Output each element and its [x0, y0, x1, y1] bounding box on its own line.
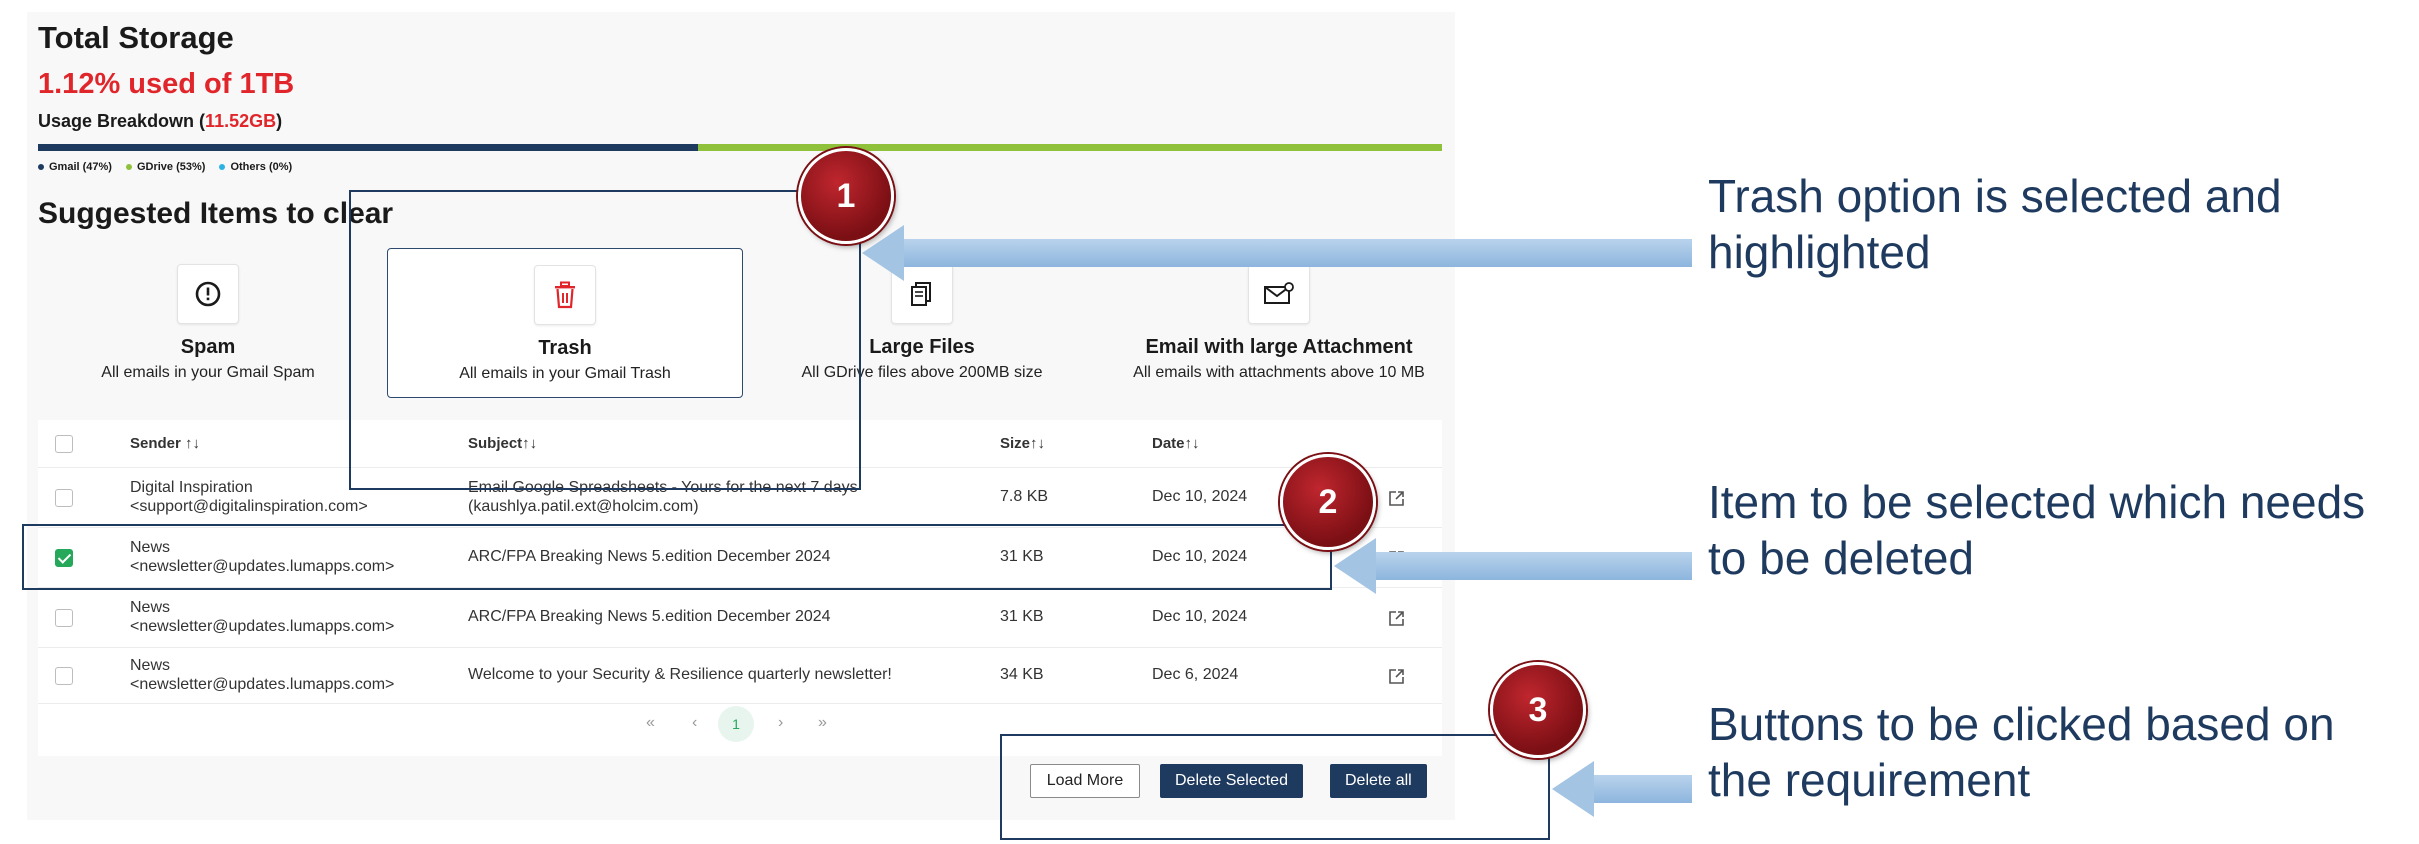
storage-usage-bar [38, 144, 1442, 151]
row-size: 34 KB [1000, 666, 1044, 683]
highlight-box-buttons [1000, 734, 1550, 840]
annotation-arrow-3 [1552, 761, 1692, 817]
row-checkbox[interactable] [55, 489, 73, 507]
card-spam-desc: All emails in your Gmail Spam [101, 364, 315, 381]
page-current-button[interactable]: 1 [718, 706, 754, 742]
legend-item-gmail: Gmail (47%) [38, 161, 112, 173]
table-row[interactable]: News <newsletter@updates.lumapps.com> Wel… [38, 648, 1442, 704]
row-date: Dec 6, 2024 [1152, 666, 1239, 683]
card-large-attachment-desc: All emails with attachments above 10 MB [1133, 364, 1425, 381]
row-size: 31 KB [1000, 608, 1044, 625]
row-subject: Welcome to your Security & Resilience qu… [468, 666, 892, 683]
highlight-box-selected-row [22, 524, 1332, 590]
header-sender[interactable]: Sender ↑↓ [130, 435, 200, 452]
annotation-badge-2: 2 [1280, 454, 1376, 550]
page-first-button[interactable]: « [646, 714, 655, 732]
row-checkbox[interactable] [55, 667, 73, 685]
page-title: Total Storage [38, 20, 234, 55]
annotation-badge-1: 1 [798, 148, 894, 244]
row-size: 7.8 KB [1000, 488, 1049, 505]
card-large-attachment[interactable]: Email with large Attachment All emails w… [1101, 248, 1457, 398]
card-spam[interactable]: Spam All emails in your Gmail Spam [30, 248, 386, 398]
legend-item-gdrive: GDrive (53%) [125, 161, 205, 173]
header-size[interactable]: Size↑↓ [1000, 435, 1045, 452]
page-next-button[interactable]: › [778, 714, 783, 732]
annotation-badge-3: 3 [1490, 662, 1586, 758]
open-external-icon[interactable] [1388, 490, 1405, 507]
annotation-arrow-1 [862, 225, 1692, 281]
storage-usage-bar-gmail [38, 144, 698, 151]
row-date: Dec 10, 2024 [1152, 608, 1248, 625]
row-subject: ARC/FPA Breaking News 5.edition December… [468, 608, 831, 625]
open-external-icon[interactable] [1388, 610, 1405, 627]
page-last-button[interactable]: » [818, 714, 827, 732]
alert-circle-icon [177, 264, 239, 324]
card-spam-name: Spam [180, 336, 236, 358]
page-prev-button[interactable]: ‹ [692, 714, 697, 732]
row-sender: News <newsletter@updates.lumapps.com> [130, 599, 395, 635]
row-sender: News <newsletter@updates.lumapps.com> [130, 657, 395, 693]
legend-item-others: Others (0%) [219, 161, 292, 173]
suggested-title: Suggested Items to clear [38, 197, 394, 230]
annotation-note-3: Buttons to be clicked based on the requi… [1708, 698, 2335, 806]
open-external-icon[interactable] [1388, 668, 1405, 685]
header-date[interactable]: Date↑↓ [1152, 435, 1200, 452]
annotation-note-1: Trash option is selected and highlighted [1708, 170, 2282, 278]
card-large-attachment-name: Email with large Attachment [1145, 336, 1413, 358]
row-checkbox[interactable] [55, 609, 73, 627]
select-all-checkbox[interactable] [55, 435, 73, 453]
storage-legend: Gmail (47%) GDrive (53%) Others (0%) [38, 161, 292, 173]
highlight-box-trash [349, 190, 861, 490]
mail-attachment-icon [1248, 264, 1310, 324]
table-row[interactable]: News <newsletter@updates.lumapps.com> ARC… [38, 588, 1442, 648]
storage-used-text: 1.12% used of 1TB [38, 68, 295, 100]
annotation-arrow-2 [1334, 538, 1692, 594]
row-date: Dec 10, 2024 [1152, 488, 1248, 505]
usage-breakdown-size: 11.52GB [205, 111, 277, 131]
annotation-note-2: Item to be selected which needs to be de… [1708, 476, 2366, 584]
usage-breakdown: Usage Breakdown (11.52GB) [38, 111, 283, 131]
row-sender: Digital Inspiration <support@digitalinspi… [130, 479, 368, 515]
